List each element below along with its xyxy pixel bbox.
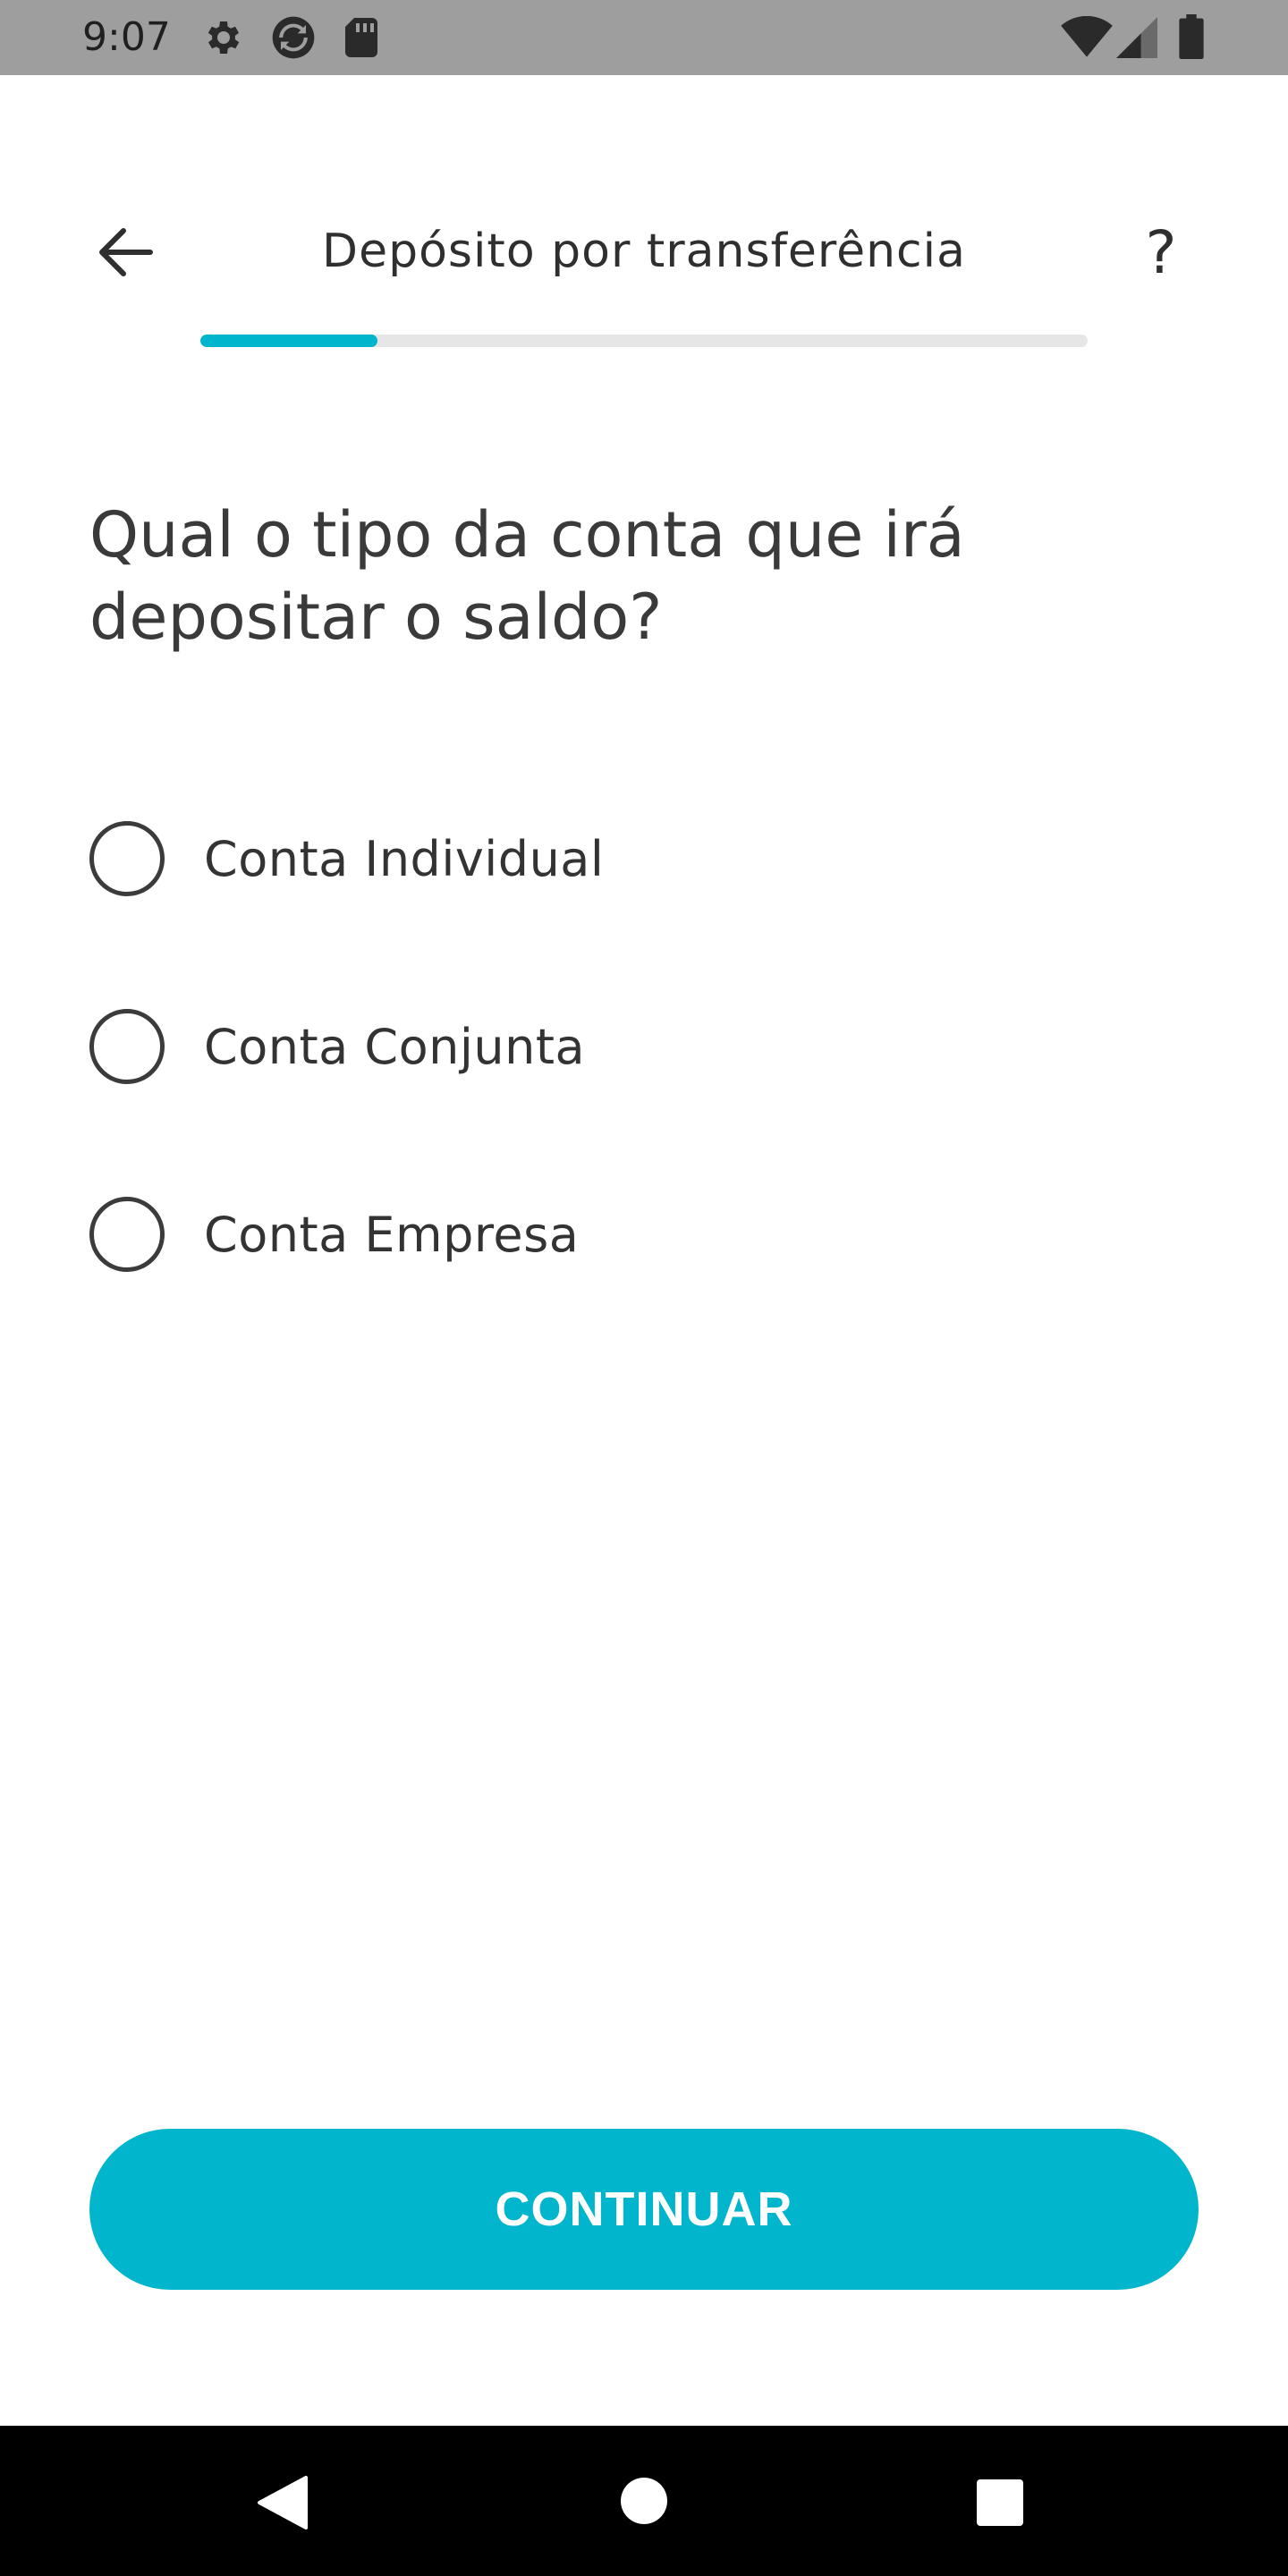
nav-home-icon[interactable] [621,2478,667,2524]
wifi-icon [1061,16,1113,57]
progress-fill [200,335,378,347]
option-conta-empresa[interactable]: Conta Empresa [89,1181,1199,1288]
page-title: Depósito por transferência [322,225,966,278]
battery-icon [1179,14,1204,59]
status-time: 9:07 [82,14,171,60]
option-conta-individual[interactable]: Conta Individual [89,805,1199,912]
sync-icon [272,16,315,59]
question-heading: Qual o tipo da conta que irá depositar o… [89,498,965,654]
back-button[interactable] [82,209,168,295]
option-label: Conta Empresa [204,1206,580,1263]
radio-button[interactable] [89,1197,165,1272]
gear-icon [208,21,240,54]
option-conta-conjunta[interactable]: Conta Conjunta [89,993,1199,1100]
nav-recents-icon[interactable] [977,2479,1023,2526]
continue-button[interactable]: CONTINUAR [89,2129,1199,2290]
option-label: Conta Conjunta [204,1018,586,1075]
signal-icon [1116,17,1157,58]
nav-back-icon[interactable] [256,2474,309,2531]
help-button[interactable]: ? [1118,209,1204,295]
sd-card-icon [345,18,377,57]
radio-button[interactable] [89,821,165,896]
system-navigation-bar [0,2426,1288,2576]
radio-button[interactable] [89,1009,165,1084]
status-bar: 9:07 [0,0,1288,75]
option-label: Conta Individual [204,830,605,887]
progress-bar [200,335,1088,347]
arrow-left-icon [99,228,153,276]
